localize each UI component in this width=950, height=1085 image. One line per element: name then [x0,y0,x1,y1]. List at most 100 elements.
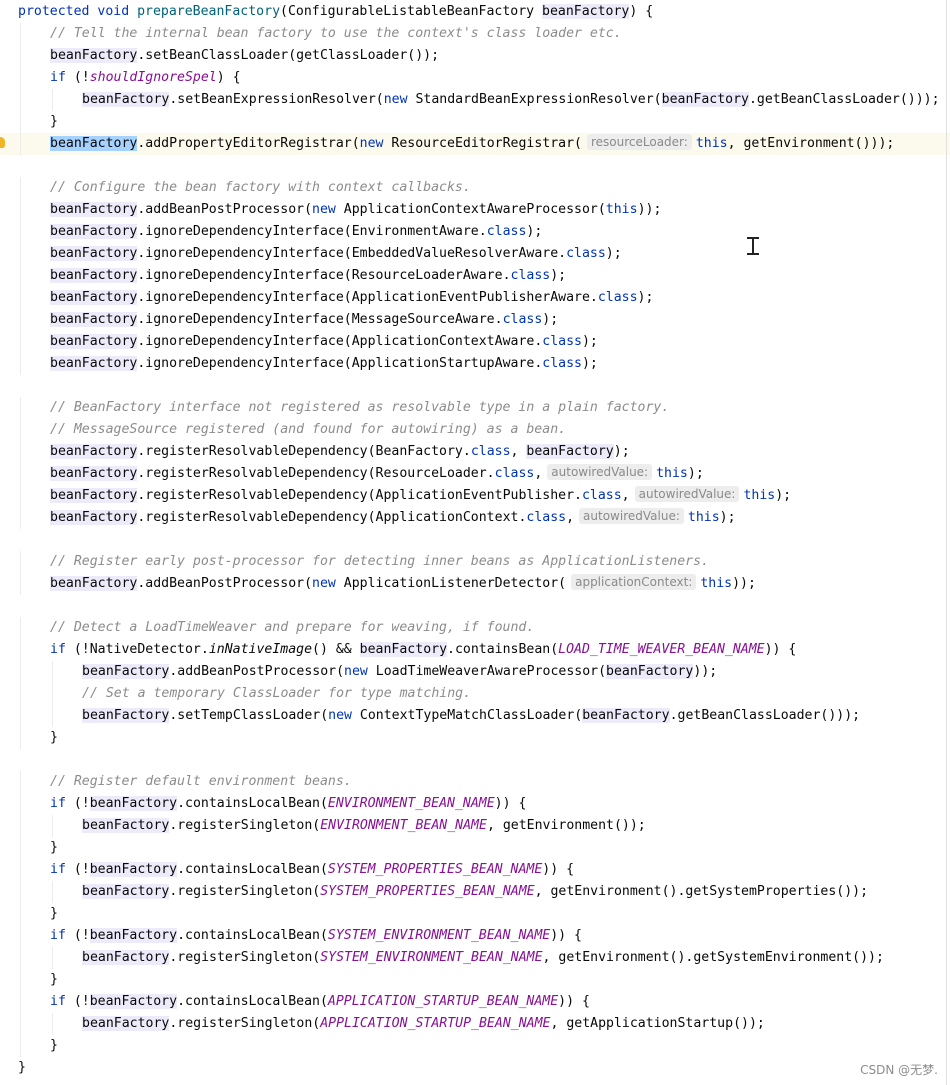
lightbulb-icon[interactable] [0,137,5,148]
keyword: class [566,246,606,261]
parameter-hint: applicationContext: [571,574,697,590]
code-line[interactable] [0,529,950,551]
code-line[interactable]: } [0,727,950,749]
code-line[interactable]: beanFactory.addBeanPostProcessor(new Loa… [0,661,950,683]
variable: beanFactory [82,884,170,899]
code-content: // Tell the internal bean factory to use… [50,23,622,45]
code-line[interactable]: beanFactory.setBeanExpressionResolver(ne… [0,89,950,111]
code-content: if (!beanFactory.containsLocalBean(APPLI… [50,991,590,1013]
code-line[interactable]: } [0,1057,950,1079]
code-line[interactable] [0,375,950,397]
code-line[interactable]: beanFactory.addBeanPostProcessor(new App… [0,199,950,221]
code-line[interactable]: protected void prepareBeanFactory(Config… [0,1,950,23]
code-line[interactable]: beanFactory.ignoreDependencyInterface(Em… [0,243,950,265]
code-line[interactable]: // Detect a LoadTimeWeaver and prepare f… [0,617,950,639]
indent-guide [20,925,21,947]
code-line[interactable]: } [0,1035,950,1057]
variable: beanFactory [82,818,170,833]
code-text: .ignoreDependencyInterface(ApplicationSt… [137,356,543,371]
code-line[interactable]: beanFactory.ignoreDependencyInterface(Ap… [0,331,950,353]
code-line[interactable]: beanFactory.addBeanPostProcessor(new App… [0,573,950,595]
code-line[interactable]: beanFactory.registerSingleton(SYSTEM_PRO… [0,881,950,903]
code-line[interactable]: } [0,969,950,991]
code-text: LoadTimeWeaverAwareProcessor( [375,664,607,679]
code-line[interactable]: beanFactory.registerResolvableDependency… [0,441,950,463]
code-line[interactable]: // Tell the internal bean factory to use… [0,23,950,45]
code-line[interactable]: beanFactory.setBeanClassLoader(getClassL… [0,45,950,67]
code-text: ); [605,246,622,261]
code-content: beanFactory.registerResolvableDependency… [50,441,630,463]
code-line[interactable]: beanFactory.registerResolvableDependency… [0,485,950,507]
code-line[interactable]: beanFactory.ignoreDependencyInterface(Me… [0,309,950,331]
code-text: ); [687,466,704,481]
code-line[interactable] [0,595,950,617]
code-line[interactable]: // BeanFactory interface not registered … [0,397,950,419]
code-text: ); [542,312,559,327]
indent-guide [20,573,21,595]
comment: // Register default environment beans. [50,774,352,789]
code-text: .setTempClassLoader( [169,708,329,723]
indent-guide [20,89,21,111]
code-line[interactable]: if (!shouldIgnoreSpel) { [0,67,950,89]
code-text: ); [719,510,736,525]
variable: beanFactory [50,268,138,283]
code-line[interactable]: if (!beanFactory.containsLocalBean(SYSTE… [0,925,950,947]
code-line[interactable]: beanFactory.setTempClassLoader(new Conte… [0,705,950,727]
code-content: beanFactory.ignoreDependencyInterface(Ap… [50,287,653,309]
code-line[interactable]: if (!NativeDetector.inNativeImage() && b… [0,639,950,661]
parameter-hint: autowiredValue: [547,464,653,480]
code-line[interactable]: beanFactory.ignoreDependencyInterface(En… [0,221,950,243]
variable: beanFactory [82,664,170,679]
code-line[interactable]: beanFactory.registerResolvableDependency… [0,463,950,485]
constant: SYSTEM_ENVIRONMENT_BEAN_NAME [327,928,551,943]
variable: beanFactory [50,466,138,481]
code-content: beanFactory.registerSingleton(APPLICATIO… [82,1013,765,1035]
keyword: class [597,290,638,305]
code-editor[interactable]: protected void prepareBeanFactory(Config… [0,1,950,1079]
code-line[interactable]: beanFactory.ignoreDependencyInterface(Re… [0,265,950,287]
code-line[interactable]: // Configure the bean factory with conte… [0,177,950,199]
code-line[interactable]: } [0,837,950,859]
code-line[interactable]: beanFactory.registerResolvableDependency… [0,507,950,529]
parameter-hint: resourceLoader: [586,134,692,150]
constant: SYSTEM_ENVIRONMENT_BEAN_NAME [320,950,543,965]
variable: beanFactory [50,290,138,305]
indent-guide [52,815,53,837]
code-line[interactable]: beanFactory.registerSingleton(APPLICATIO… [0,1013,950,1035]
selected-variable: beanFactory [50,136,138,151]
variable: beanFactory [50,356,138,371]
code-line[interactable]: beanFactory.registerSingleton(SYSTEM_ENV… [0,947,950,969]
code-line[interactable]: beanFactory.ignoreDependencyInterface(Ap… [0,287,950,309]
code-line[interactable]: } [0,111,950,133]
variable: beanFactory [82,1016,170,1031]
code-line[interactable]: beanFactory.addPropertyEditorRegistrar(n… [0,133,950,155]
code-content: beanFactory.ignoreDependencyInterface(Em… [50,243,622,265]
keyword: new [344,664,376,679]
code-content: beanFactory.registerResolvableDependency… [50,507,736,529]
code-text: (!NativeDetector. [73,642,209,657]
code-text: } [18,1060,26,1075]
code-line[interactable]: if (!beanFactory.containsLocalBean(SYSTE… [0,859,950,881]
indent-guide [52,661,53,683]
code-text: (ConfigurableListableBeanFactory [280,4,543,19]
code-line[interactable]: if (!beanFactory.containsLocalBean(ENVIR… [0,793,950,815]
code-line[interactable]: if (!beanFactory.containsLocalBean(APPLI… [0,991,950,1013]
code-line[interactable]: } [0,903,950,925]
code-line[interactable]: beanFactory.ignoreDependencyInterface(Ap… [0,353,950,375]
keyword: new [312,202,344,217]
code-text: , getApplicationStartup()); [550,1016,765,1031]
variable: beanFactory [89,994,178,1009]
code-line[interactable] [0,155,950,177]
indent-guide [20,353,21,375]
keyword: this [743,488,776,503]
code-line[interactable]: // Register default environment beans. [0,771,950,793]
indent-guide [20,815,21,837]
variable: beanFactory [50,444,138,459]
code-line[interactable]: // Register early post-processor for det… [0,551,950,573]
code-content: beanFactory.ignoreDependencyInterface(Re… [50,265,566,287]
code-text: } [50,972,58,987]
code-line[interactable]: // MessageSource registered (and found f… [0,419,950,441]
code-line[interactable]: // Set a temporary ClassLoader for type … [0,683,950,705]
code-line[interactable]: beanFactory.registerSingleton(ENVIRONMEN… [0,815,950,837]
code-line[interactable] [0,749,950,771]
